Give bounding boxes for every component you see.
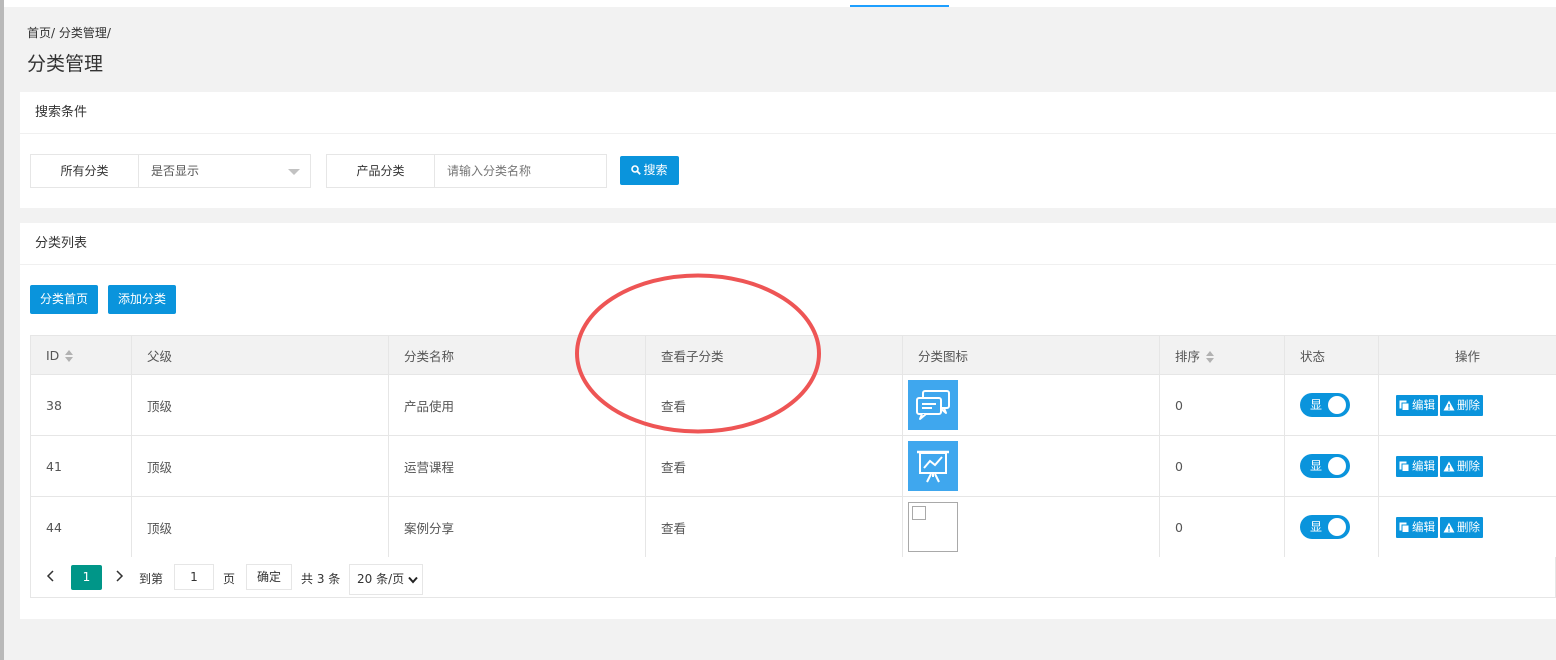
- cell-status: 显: [1284, 435, 1379, 497]
- sort-icon[interactable]: [1206, 351, 1215, 363]
- goto-label: 到第: [139, 572, 164, 586]
- product-category-label: 产品分类: [327, 155, 435, 187]
- chat-bubbles-icon: [908, 380, 958, 430]
- broken-image-icon: [908, 502, 958, 552]
- delete-button[interactable]: 删除: [1440, 394, 1483, 416]
- page-title: 分类管理: [27, 53, 104, 75]
- chevron-down-icon: [408, 576, 418, 584]
- column-header-parent: 父级: [131, 335, 389, 375]
- warning-icon: [1443, 461, 1455, 471]
- column-header-view-children: 查看子分类: [645, 335, 903, 375]
- delete-button[interactable]: 删除: [1440, 516, 1483, 538]
- cell-name: 产品使用: [388, 374, 646, 436]
- presentation-chart-icon: [908, 441, 958, 491]
- edit-button[interactable]: 编辑: [1396, 455, 1438, 477]
- status-toggle[interactable]: 显: [1300, 515, 1350, 539]
- cell-icon: [902, 374, 1160, 436]
- status-toggle[interactable]: 显: [1300, 454, 1350, 478]
- view-children-link[interactable]: 查看: [645, 374, 903, 436]
- cell-name: 案例分享: [388, 496, 646, 558]
- cell-status: 显: [1284, 496, 1379, 558]
- active-tab-indicator: [850, 5, 949, 7]
- copy-icon: [1399, 400, 1410, 411]
- window-left-edge: [0, 0, 4, 660]
- next-page-icon[interactable]: [113, 569, 125, 583]
- column-header-sort[interactable]: 排序: [1159, 335, 1285, 375]
- copy-icon: [1399, 522, 1410, 533]
- sort-icon[interactable]: [65, 350, 74, 362]
- page-unit-label: 页: [223, 572, 236, 586]
- total-count: 共 3 条: [301, 572, 341, 586]
- cell-actions: 编辑 删除: [1378, 496, 1556, 558]
- edit-button[interactable]: 编辑: [1396, 394, 1438, 416]
- category-filter-label: 所有分类: [31, 155, 139, 187]
- column-header-status: 状态: [1284, 335, 1379, 375]
- cell-id: 44: [30, 496, 132, 558]
- toggle-knob: [1328, 457, 1346, 475]
- column-header-icon: 分类图标: [902, 335, 1160, 375]
- warning-icon: [1443, 400, 1455, 410]
- chevron-down-icon: [288, 169, 300, 175]
- cell-icon: [902, 496, 1160, 558]
- search-button-label: 搜索: [643, 163, 668, 177]
- confirm-page-button[interactable]: 确定: [246, 564, 292, 590]
- prev-page-icon[interactable]: [45, 569, 57, 583]
- breadcrumb[interactable]: 首页/ 分类管理/: [27, 24, 111, 41]
- add-category-button[interactable]: 添加分类: [108, 285, 176, 314]
- search-button[interactable]: 搜索: [620, 156, 679, 185]
- warning-icon: [1443, 522, 1455, 532]
- status-toggle[interactable]: 显: [1300, 393, 1350, 417]
- cell-parent: 顶级: [131, 496, 389, 558]
- cell-id: 38: [30, 374, 132, 436]
- search-card-header: 搜索条件: [20, 92, 1556, 134]
- page-size-select[interactable]: 20 条/页: [349, 564, 423, 595]
- cell-actions: 编辑 删除: [1378, 435, 1556, 497]
- table-row: 44 顶级 案例分享 查看 0 显 编辑 删除: [30, 496, 1556, 558]
- category-filter-group[interactable]: 所有分类 是否显示: [30, 154, 311, 188]
- cell-parent: 顶级: [131, 374, 389, 436]
- toggle-knob: [1328, 396, 1346, 414]
- toggle-knob: [1328, 518, 1346, 536]
- category-home-button[interactable]: 分类首页: [30, 285, 98, 314]
- column-header-name: 分类名称: [388, 335, 646, 375]
- pagination: 1 到第 1 页 确定 共 3 条 20 条/页: [30, 557, 1556, 598]
- search-card: 搜索条件 所有分类 是否显示 产品分类 请输入分类名称 搜索: [20, 92, 1556, 208]
- view-children-link[interactable]: 查看: [645, 435, 903, 497]
- visibility-select-value: 是否显示: [151, 164, 200, 178]
- visibility-select[interactable]: 是否显示: [139, 155, 310, 187]
- copy-icon: [1399, 461, 1410, 472]
- cell-actions: 编辑 删除: [1378, 374, 1556, 436]
- column-header-actions: 操作: [1378, 335, 1556, 375]
- page-1-button[interactable]: 1: [71, 565, 102, 590]
- goto-page-input[interactable]: 1: [174, 564, 214, 590]
- list-card: 分类列表 分类首页 添加分类 ID 父级 分类名称 查看子分类 分类图标 排序 …: [20, 223, 1556, 619]
- category-table: ID 父级 分类名称 查看子分类 分类图标 排序 状态 操作 38 顶级 产品使…: [30, 335, 1556, 558]
- cell-id: 41: [30, 435, 132, 497]
- cell-sort: 0: [1159, 435, 1285, 497]
- delete-button[interactable]: 删除: [1440, 455, 1483, 477]
- view-children-link[interactable]: 查看: [645, 496, 903, 558]
- top-tab-strip: [4, 0, 1556, 7]
- list-card-header: 分类列表: [20, 223, 1556, 265]
- cell-parent: 顶级: [131, 435, 389, 497]
- cell-status: 显: [1284, 374, 1379, 436]
- edit-button[interactable]: 编辑: [1396, 516, 1438, 538]
- column-header-id[interactable]: ID: [30, 335, 132, 375]
- cell-icon: [902, 435, 1160, 497]
- table-header-row: ID 父级 分类名称 查看子分类 分类图标 排序 状态 操作: [30, 335, 1556, 375]
- cell-name: 运营课程: [388, 435, 646, 497]
- search-icon: [631, 165, 642, 175]
- cell-sort: 0: [1159, 496, 1285, 558]
- table-row: 41 顶级 运营课程 查看 0 显 编辑 删除: [30, 435, 1556, 497]
- product-category-group[interactable]: 产品分类 请输入分类名称: [326, 154, 607, 188]
- cell-sort: 0: [1159, 374, 1285, 436]
- category-name-input[interactable]: 请输入分类名称: [435, 155, 606, 187]
- table-row: 38 顶级 产品使用 查看 0 显 编辑 删除: [30, 374, 1556, 436]
